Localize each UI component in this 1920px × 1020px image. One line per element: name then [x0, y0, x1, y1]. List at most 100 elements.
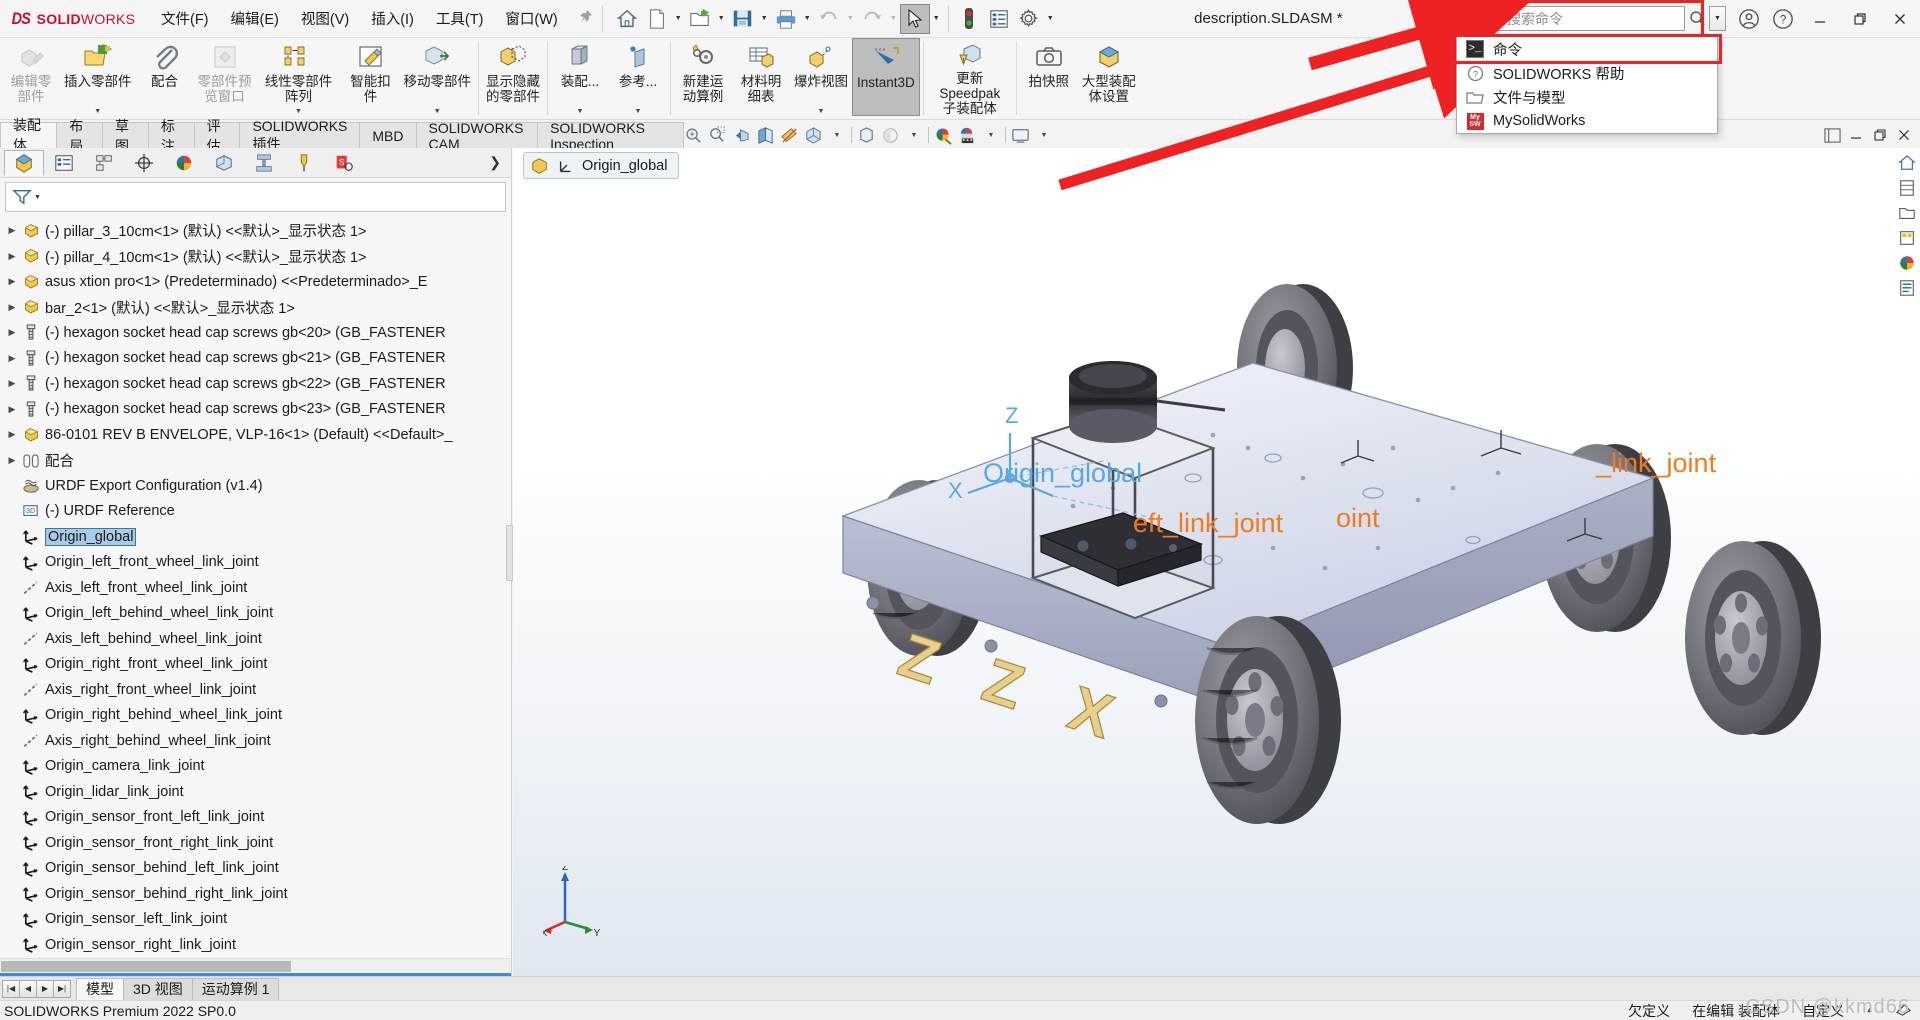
appearances-library-icon[interactable]	[1896, 177, 1918, 199]
ribbon-mate[interactable]: 配合	[136, 38, 194, 116]
apply-decal-icon[interactable]	[957, 125, 977, 145]
scrollbar-thumb[interactable]	[1, 961, 291, 972]
close-document-icon[interactable]	[1894, 125, 1914, 145]
options-gear-icon[interactable]	[1014, 4, 1044, 34]
first-tab-button[interactable]: |◀	[2, 979, 20, 998]
ribbon-update-speedpak[interactable]: ! 更新 Speedpak 子装配体	[927, 38, 1013, 116]
tree-node[interactable]: Origin_sensor_behind_right_link_joint	[0, 881, 511, 907]
apply-scene-icon[interactable]	[880, 125, 900, 145]
section-view-icon[interactable]	[755, 125, 775, 145]
chevron-down-icon[interactable]: ▼	[577, 108, 584, 115]
filter-bar[interactable]: ▼	[5, 182, 506, 212]
tree-node[interactable]: Origin_camera_link_joint	[0, 754, 511, 780]
undo-button[interactable]	[814, 4, 844, 34]
bottom-tab-model[interactable]: 模型	[76, 977, 124, 1000]
display-style-icon[interactable]	[803, 125, 823, 145]
expand-arrow-icon[interactable]: ▶	[4, 353, 20, 364]
chevron-down-icon[interactable]: ▼	[434, 108, 441, 115]
tree-node[interactable]: ▶ asus xtion pro<1> (Predeterminado) <<Pr…	[0, 269, 511, 295]
tab-assembly[interactable]: 装配体	[0, 117, 58, 153]
edit-appearance-icon[interactable]	[933, 125, 953, 145]
select-tool-button[interactable]	[899, 3, 930, 34]
new-document-caret[interactable]: ▼	[672, 4, 685, 34]
status-custom[interactable]: 自定义	[1802, 1001, 1844, 1020]
ribbon-smart-fasteners[interactable]: 智能扣 件	[342, 38, 400, 116]
next-tab-button[interactable]: ▶	[36, 979, 54, 998]
select-tool-caret[interactable]: ▼	[930, 4, 943, 34]
zoom-to-fit-icon[interactable]	[683, 125, 703, 145]
zoom-to-area-icon[interactable]	[707, 125, 727, 145]
chevron-down-icon[interactable]: ▼	[635, 108, 642, 115]
inspection-tab[interactable]: S	[324, 150, 364, 176]
dimxpert-manager-tab[interactable]	[124, 150, 164, 176]
expand-arrow-icon[interactable]: ▶	[4, 225, 20, 236]
restore-button[interactable]	[1840, 0, 1880, 38]
dropdown-item-command[interactable]: >_ 命令	[1457, 37, 1717, 61]
hide-show-items-icon[interactable]	[856, 125, 876, 145]
ribbon-bill-of-materials[interactable]: 材料明 细表	[732, 38, 790, 116]
expand-arrow-icon[interactable]: ▶	[4, 327, 20, 338]
menu-edit[interactable]: 编辑(E)	[220, 4, 290, 33]
expand-arrow-icon[interactable]: ▶	[4, 404, 20, 415]
print-button[interactable]	[771, 4, 801, 34]
tree-node[interactable]: Origin_sensor_front_right_link_joint	[0, 830, 511, 856]
chevron-down-icon[interactable]: ▼	[981, 125, 1001, 145]
view-orientation-icon[interactable]	[779, 125, 799, 145]
panel-tabs-more-icon[interactable]: ❯	[489, 154, 511, 171]
tree-node[interactable]: Axis_left_front_wheel_link_joint	[0, 575, 511, 601]
ribbon-take-snapshot[interactable]: 拍快照	[1020, 38, 1078, 116]
cam-tab[interactable]	[284, 150, 324, 176]
ribbon-insert-component[interactable]: 插入零部件 ▼	[60, 38, 136, 116]
tree-node[interactable]: ▶ 86-0101 REV B ENVELOPE, VLP-16<1> (Defa…	[0, 422, 511, 448]
tree-node[interactable]: Origin_sensor_front_left_link_joint	[0, 805, 511, 831]
simulation-tab[interactable]	[244, 150, 284, 176]
graphics-viewport[interactable]: Origin_global Z Z X Z X Origin_global _l…	[513, 148, 1920, 976]
property-manager-tab[interactable]	[44, 150, 84, 176]
previous-view-icon[interactable]	[731, 125, 751, 145]
tree-node[interactable]: Origin_right_behind_wheel_link_joint	[0, 703, 511, 729]
print-caret[interactable]: ▼	[801, 4, 814, 34]
tab-evaluate[interactable]: 评估	[193, 118, 241, 154]
ribbon-move-component[interactable]: 移动零部件 ▼	[400, 38, 476, 116]
chevron-down-icon[interactable]: ▼	[1034, 125, 1054, 145]
ribbon-edit-component[interactable]: 编辑零 部件	[2, 38, 60, 116]
bottom-tab-motion-study[interactable]: 运动算例 1	[191, 977, 280, 1000]
help-icon[interactable]: ?	[1766, 0, 1800, 38]
expand-arrow-icon[interactable]: ▶	[4, 276, 20, 287]
design-library-icon[interactable]	[1896, 202, 1918, 224]
tree-node[interactable]: ▶ 配合	[0, 448, 511, 474]
viewport-layout-icon[interactable]	[1010, 125, 1030, 145]
save-button[interactable]	[728, 4, 758, 34]
menu-file[interactable]: 文件(F)	[150, 4, 220, 33]
pin-icon[interactable]	[575, 9, 597, 29]
configuration-manager-tab[interactable]	[84, 150, 124, 176]
dropdown-item-solidworks-help[interactable]: ? SOLIDWORKS 帮助	[1457, 61, 1717, 85]
ribbon-component-preview-window[interactable]: 零部件预 览窗口	[194, 38, 256, 116]
render-tab[interactable]	[204, 150, 244, 176]
search-dropdown-caret[interactable]: ▼	[1709, 6, 1726, 31]
file-explorer-icon[interactable]	[1896, 227, 1918, 249]
filter-caret-icon[interactable]: ▼	[34, 194, 41, 201]
close-button[interactable]	[1880, 0, 1920, 38]
view-palette-icon[interactable]	[1896, 252, 1918, 274]
tree-node[interactable]: ▶ (-) pillar_4_10cm<1> (默认) <<默认>_显示状态 1>	[0, 244, 511, 270]
ribbon-reference-geometry[interactable]: 参考... ▼	[609, 38, 667, 116]
display-manager-tab[interactable]	[164, 150, 204, 176]
menu-insert[interactable]: 插入(I)	[360, 4, 425, 33]
tree-node[interactable]: ▶ (-) hexagon socket head cap screws gb<2…	[0, 397, 511, 423]
tree-node[interactable]: URDF Export Configuration (v1.4)	[0, 473, 511, 499]
prev-tab-button[interactable]: ◀	[19, 979, 37, 998]
expand-arrow-icon[interactable]: ▶	[4, 302, 20, 313]
tree-node[interactable]: ▶ (-) hexagon socket head cap screws gb<2…	[0, 346, 511, 372]
open-document-caret[interactable]: ▼	[715, 4, 728, 34]
account-icon[interactable]	[1732, 0, 1766, 38]
save-caret[interactable]: ▼	[758, 4, 771, 34]
tab-solidworks-inspection[interactable]: SOLIDWORKS Inspection	[537, 120, 684, 152]
tree-node[interactable]: Origin_global	[0, 524, 511, 550]
bottom-tab-3d-views[interactable]: 3D 视图	[123, 977, 193, 1000]
minimize-document-icon[interactable]	[1846, 125, 1866, 145]
tab-sketch[interactable]: 草图	[102, 118, 149, 154]
last-tab-button[interactable]: ▶|	[53, 979, 71, 998]
new-document-button[interactable]	[642, 4, 672, 34]
options-caret[interactable]: ▼	[1044, 4, 1057, 34]
